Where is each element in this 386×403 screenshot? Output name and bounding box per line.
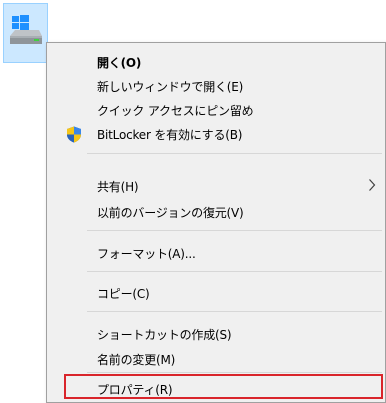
menu-item-rename[interactable]: 名前の変更(M) bbox=[48, 348, 384, 370]
menu-item-open-new-window[interactable]: 新しいウィンドウで開く(E) bbox=[48, 75, 384, 97]
menu-item-format[interactable]: フォーマット(A)... bbox=[48, 242, 384, 264]
menu-item-label: 以前のバージョンの復元(V) bbox=[97, 206, 244, 220]
menu-item-label: 開く(O) bbox=[97, 56, 142, 70]
drive-icon-selected[interactable] bbox=[3, 3, 48, 63]
menu-item-copy[interactable]: コピー(C) bbox=[48, 282, 384, 304]
menu-item-label: 共有(H) bbox=[97, 180, 139, 194]
menu-item-label: BitLocker を有効にする(B) bbox=[97, 128, 243, 142]
menu-item-label: ショートカットの作成(S) bbox=[97, 328, 232, 342]
menu-separator bbox=[87, 311, 382, 312]
menu-item-label: 名前の変更(M) bbox=[97, 353, 176, 367]
menu-item-label: 新しいウィンドウで開く(E) bbox=[97, 80, 244, 94]
menu-item-label: コピー(C) bbox=[97, 287, 150, 301]
menu-separator bbox=[87, 153, 382, 154]
menu-separator bbox=[87, 372, 382, 373]
menu-separator bbox=[87, 230, 382, 231]
drive-icon bbox=[10, 15, 42, 44]
uac-shield-icon bbox=[66, 126, 82, 147]
menu-item-create-shortcut[interactable]: ショートカットの作成(S) bbox=[48, 323, 384, 345]
menu-item-restore-previous-versions[interactable]: 以前のバージョンの復元(V) bbox=[48, 201, 384, 223]
context-menu: 開く(O) 新しいウィンドウで開く(E) クイック アクセスにピン留め BitL… bbox=[46, 42, 386, 403]
menu-item-pin-quick-access[interactable]: クイック アクセスにピン留め bbox=[48, 99, 384, 121]
chevron-right-icon bbox=[368, 177, 376, 196]
menu-item-label: クイック アクセスにピン留め bbox=[97, 104, 254, 118]
menu-item-open[interactable]: 開く(O) bbox=[48, 51, 384, 73]
menu-item-label: フォーマット(A)... bbox=[97, 247, 196, 261]
menu-item-enable-bitlocker[interactable]: BitLocker を有効にする(B) bbox=[48, 123, 384, 145]
highlight-box-properties bbox=[64, 374, 383, 399]
menu-item-share[interactable]: 共有(H) bbox=[48, 175, 384, 197]
menu-separator bbox=[87, 271, 382, 272]
